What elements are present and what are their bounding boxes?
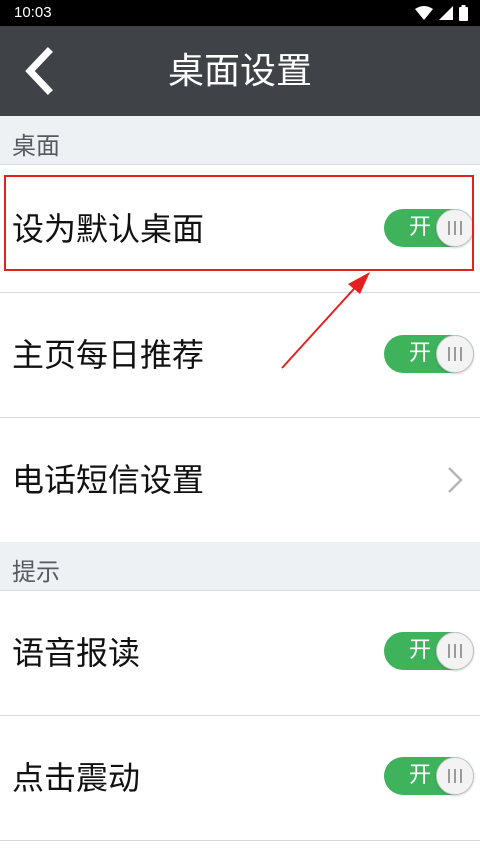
setting-label: 电话短信设置 bbox=[12, 461, 205, 499]
setting-row-default-desktop[interactable]: 设为默认桌面 开 bbox=[0, 165, 480, 293]
setting-row-tap-vibrate[interactable]: 点击震动 开 bbox=[0, 716, 480, 841]
status-icons bbox=[415, 5, 468, 21]
default-desktop-toggle[interactable]: 开 bbox=[384, 209, 474, 247]
setting-row-phone-sms[interactable]: 电话短信设置 bbox=[0, 418, 480, 543]
setting-label: 设为默认桌面 bbox=[12, 210, 205, 248]
setting-row-daily-recommend[interactable]: 主页每日推荐 开 bbox=[0, 293, 480, 418]
status-bar: 10:03 bbox=[0, 0, 480, 26]
setting-label: 点击震动 bbox=[12, 759, 141, 797]
grip-icon bbox=[448, 644, 462, 658]
voice-readout-toggle[interactable]: 开 bbox=[384, 632, 474, 670]
chevron-right-icon bbox=[448, 467, 463, 493]
section-header-tips: 提示 bbox=[0, 542, 480, 591]
toggle-on-label: 开 bbox=[409, 763, 432, 788]
toggle-on-label: 开 bbox=[409, 215, 432, 240]
toggle-knob bbox=[436, 335, 474, 373]
grip-icon bbox=[448, 221, 462, 235]
page-title: 桌面设置 bbox=[167, 51, 312, 92]
grip-icon bbox=[448, 347, 462, 361]
toggle-knob bbox=[436, 632, 474, 670]
wifi-icon bbox=[415, 6, 433, 20]
setting-row-voice-readout[interactable]: 语音报读 开 bbox=[0, 591, 480, 716]
toggle-knob bbox=[436, 209, 474, 247]
section-title: 提示 bbox=[12, 558, 60, 586]
toggle-on-label: 开 bbox=[409, 638, 432, 663]
battery-icon bbox=[459, 5, 468, 21]
setting-label: 语音报读 bbox=[12, 634, 141, 672]
toggle-on-label: 开 bbox=[409, 341, 432, 366]
status-time: 10:03 bbox=[14, 4, 52, 21]
section-header-desktop: 桌面 bbox=[0, 116, 480, 165]
tap-vibrate-toggle[interactable]: 开 bbox=[384, 757, 474, 795]
signal-icon bbox=[439, 6, 453, 20]
toggle-knob bbox=[436, 757, 474, 795]
setting-label: 主页每日推荐 bbox=[12, 336, 205, 374]
section-title: 桌面 bbox=[12, 132, 60, 160]
title-bar: 桌面设置 bbox=[0, 26, 480, 116]
daily-recommend-toggle[interactable]: 开 bbox=[384, 335, 474, 373]
grip-icon bbox=[448, 769, 462, 783]
